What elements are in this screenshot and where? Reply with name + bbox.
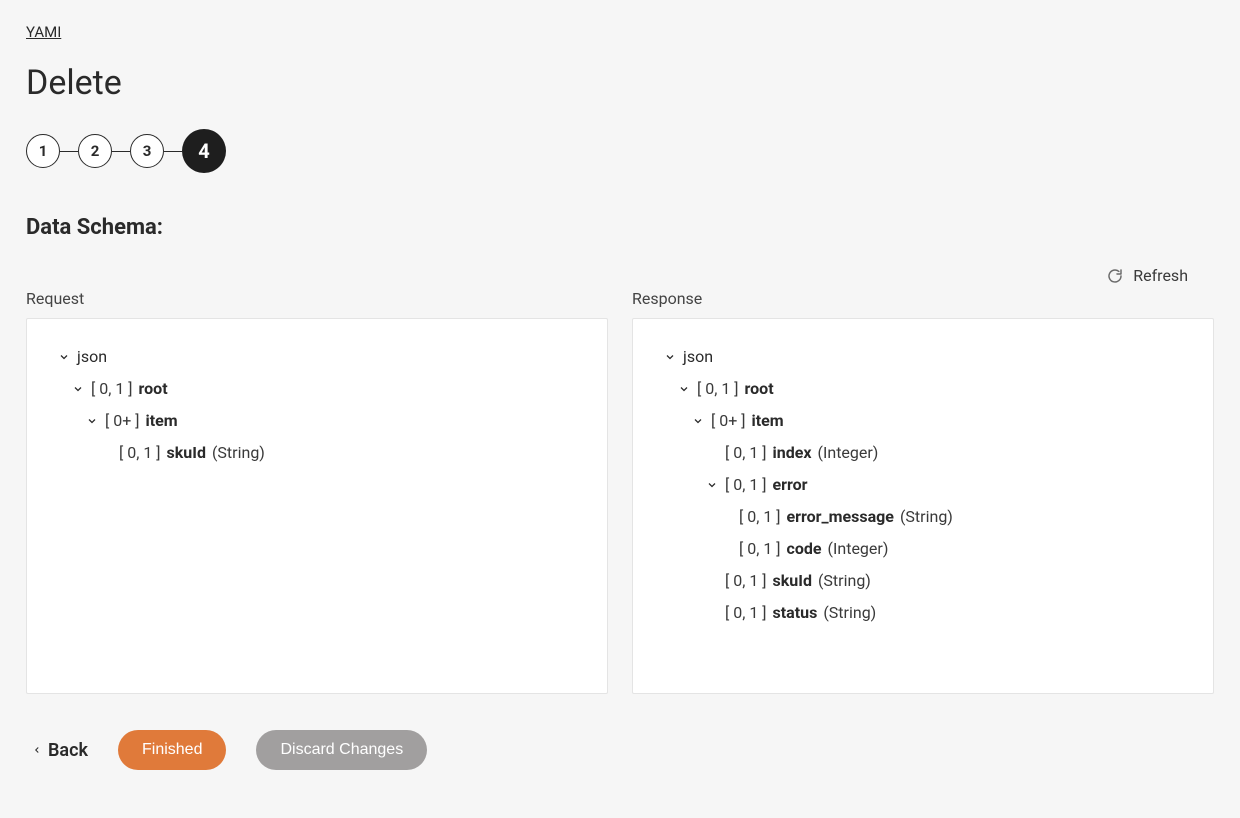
discard-changes-button[interactable]: Discard Changes [256,730,427,770]
chevron-down-icon[interactable] [677,383,691,395]
tree-node-cardinality: [ 0, 1 ] [739,501,781,533]
step-1[interactable]: 1 [26,134,60,168]
tree-row: [ 0, 1 ] error [663,469,1183,501]
tree-node-cardinality: [ 0+ ] [105,405,140,437]
tree-node-cardinality: [ 0, 1 ] [739,533,781,565]
tree-row: [ 0, 1 ] code (Integer) [663,533,1183,565]
chevron-down-icon[interactable] [71,383,85,395]
refresh-button[interactable]: Refresh [1107,266,1188,285]
request-column: Request json [ 0, 1 ] root [ 0+ ] [26,289,608,694]
tree-node-cardinality: [ 0, 1 ] [725,565,767,597]
tree-node-type: (Integer) [818,437,879,469]
refresh-label: Refresh [1133,266,1188,285]
tree-node-name: item [146,405,178,437]
step-connector [164,151,182,152]
tree-node-cardinality: [ 0, 1 ] [725,437,767,469]
step-2[interactable]: 2 [78,134,112,168]
chevron-down-icon[interactable] [705,479,719,491]
tree-node-name: skuId [773,565,812,597]
tree-node-type: (String) [818,565,871,597]
data-schema-heading: Data Schema: [26,215,1214,240]
chevron-left-icon [32,743,42,757]
step-connector [112,151,130,152]
tree-row: [ 0, 1 ] index (Integer) [663,437,1183,469]
tree-node-name: item [752,405,784,437]
tree-node-cardinality: [ 0+ ] [711,405,746,437]
tree-node-cardinality: [ 0, 1 ] [119,437,161,469]
tree-node-name: status [773,597,818,629]
chevron-down-icon[interactable] [691,415,705,427]
step-4[interactable]: 4 [182,129,226,173]
finished-button[interactable]: Finished [118,730,226,770]
response-label: Response [632,289,1214,308]
request-panel: json [ 0, 1 ] root [ 0+ ] item [ 0, 1 ] [26,318,608,694]
tree-row: [ 0, 1 ] status (String) [663,597,1183,629]
tree-row: [ 0+ ] item [57,405,577,437]
tree-node-name: index [773,437,812,469]
tree-row: [ 0+ ] item [663,405,1183,437]
tree-node-cardinality: [ 0, 1 ] [697,373,739,405]
back-label: Back [48,740,88,761]
response-panel: json [ 0, 1 ] root [ 0+ ] item [ 0, 1 ] [632,318,1214,694]
tree-node-name: error [773,469,808,501]
tree-node-name: skuId [167,437,206,469]
tree-row: [ 0, 1 ] skuId (String) [663,565,1183,597]
tree-node-cardinality: [ 0, 1 ] [725,469,767,501]
tree-node-label: json [683,341,713,373]
stepper: 1 2 3 4 [26,129,1214,173]
response-column: Response json [ 0, 1 ] root [ 0+ ] [632,289,1214,694]
tree-node-type: (String) [823,597,876,629]
chevron-down-icon[interactable] [57,351,71,363]
tree-node-label: json [77,341,107,373]
tree-row: json [57,341,577,373]
page-title: Delete [26,63,1214,103]
tree-row: [ 0, 1 ] skuId (String) [57,437,577,469]
back-button[interactable]: Back [32,740,88,761]
breadcrumb-root-link[interactable]: YAMI [26,23,61,41]
tree-node-name: root [139,373,168,405]
step-connector [60,151,78,152]
tree-row: [ 0, 1 ] error_message (String) [663,501,1183,533]
step-3[interactable]: 3 [130,134,164,168]
tree-node-cardinality: [ 0, 1 ] [725,597,767,629]
chevron-down-icon[interactable] [663,351,677,363]
tree-node-type: (String) [212,437,265,469]
tree-row: [ 0, 1 ] root [57,373,577,405]
tree-row: json [663,341,1183,373]
chevron-down-icon[interactable] [85,415,99,427]
request-label: Request [26,289,608,308]
tree-node-cardinality: [ 0, 1 ] [91,373,133,405]
tree-node-name: root [745,373,774,405]
tree-node-type: (Integer) [828,533,889,565]
tree-node-name: error_message [787,501,894,533]
tree-node-type: (String) [900,501,953,533]
footer-actions: Back Finished Discard Changes [26,730,1214,770]
tree-node-name: code [787,533,822,565]
tree-row: [ 0, 1 ] root [663,373,1183,405]
refresh-icon [1107,268,1123,284]
